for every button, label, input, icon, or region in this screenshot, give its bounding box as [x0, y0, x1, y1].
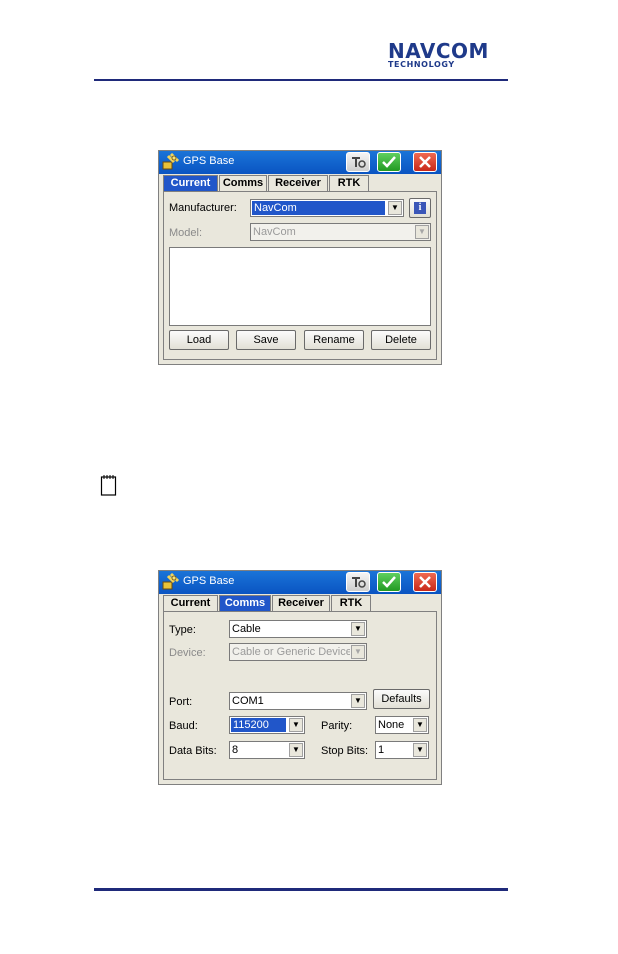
chevron-down-icon[interactable]: ▼: [351, 622, 365, 636]
checkmark-icon: [382, 576, 396, 588]
port-label: Port:: [169, 696, 193, 708]
parity-value: None: [378, 719, 405, 731]
port-select[interactable]: COM1 ▼: [229, 692, 367, 710]
manufacturer-label: Manufacturer:: [169, 202, 237, 214]
tab-current[interactable]: Current: [163, 595, 218, 611]
close-button[interactable]: [413, 572, 437, 592]
type-label: Type:: [169, 624, 196, 636]
info-icon: i: [414, 202, 426, 214]
port-value: COM1: [232, 695, 264, 707]
model-select[interactable]: NavCom ▼: [250, 223, 431, 241]
chevron-down-icon[interactable]: ▼: [351, 694, 365, 708]
gps-base-window-current: GPS Base Current Comms Receiver RTK Manu…: [158, 150, 442, 365]
parity-select[interactable]: None ▼: [375, 716, 429, 734]
title-bar: GPS Base: [159, 151, 441, 174]
stop-bits-value: 1: [378, 744, 385, 756]
current-tab-panel: Manufacturer: NavCom ▼ i Model: NavCom ▼…: [163, 191, 437, 360]
manufacturer-value: NavCom: [252, 201, 385, 215]
ok-button[interactable]: [377, 572, 401, 592]
manufacturer-info-button[interactable]: i: [409, 198, 431, 218]
satellite-app-icon: [162, 153, 180, 170]
satellite-app-icon: [162, 573, 180, 590]
rename-button[interactable]: Rename: [304, 330, 364, 350]
comms-tab-panel: Type: Cable ▼ Device: Cable or Generic D…: [163, 611, 437, 780]
checkmark-icon: [382, 156, 396, 168]
note-icon: [100, 475, 117, 496]
window-title: GPS Base: [183, 575, 235, 587]
baud-label: Baud:: [169, 720, 198, 732]
tab-rtk[interactable]: RTK: [331, 595, 371, 611]
delete-button[interactable]: Delete: [371, 330, 431, 350]
stop-bits-label: Stop Bits:: [321, 745, 369, 757]
close-button[interactable]: [413, 152, 437, 172]
chevron-down-icon[interactable]: ▼: [415, 225, 429, 239]
configuration-list[interactable]: [169, 247, 431, 326]
device-label: Device:: [169, 647, 206, 659]
chevron-down-icon[interactable]: ▼: [413, 743, 427, 757]
chevron-down-icon[interactable]: ▼: [289, 718, 303, 732]
tab-current[interactable]: Current: [163, 175, 218, 191]
baud-value: 115200: [231, 718, 286, 732]
type-select[interactable]: Cable ▼: [229, 620, 367, 638]
save-button[interactable]: Save: [236, 330, 296, 350]
close-icon: [419, 576, 431, 588]
header-rule: [94, 79, 508, 81]
title-bar: GPS Base: [159, 571, 441, 594]
wrench-icon: [352, 577, 366, 588]
tab-receiver[interactable]: Receiver: [268, 175, 328, 191]
logo-line-2: TECHNOLOGY: [388, 60, 455, 69]
model-value: NavCom: [253, 226, 296, 238]
footer-rule: [94, 888, 508, 891]
tab-rtk[interactable]: RTK: [329, 175, 369, 191]
logo-line-1: NAVCOM: [388, 39, 489, 63]
tab-comms[interactable]: Comms: [219, 175, 267, 191]
model-label: Model:: [169, 227, 203, 239]
load-button[interactable]: Load: [169, 330, 229, 350]
parity-label: Parity:: [321, 720, 353, 732]
defaults-button[interactable]: Defaults: [373, 689, 430, 709]
type-value: Cable: [232, 623, 261, 635]
tools-button[interactable]: [346, 572, 370, 592]
wrench-icon: [352, 157, 366, 168]
device-value: Cable or Generic Device: [232, 646, 350, 658]
gps-base-window-comms: GPS Base Current Comms Receiver RTK Type…: [158, 570, 442, 785]
navcom-logo: NAVCOM TECHNOLOGY: [384, 40, 508, 70]
chevron-down-icon[interactable]: ▼: [388, 201, 402, 215]
tab-receiver[interactable]: Receiver: [272, 595, 330, 611]
manufacturer-select[interactable]: NavCom ▼: [250, 199, 404, 217]
tab-comms[interactable]: Comms: [219, 595, 271, 611]
chevron-down-icon[interactable]: ▼: [351, 645, 365, 659]
close-icon: [419, 156, 431, 168]
baud-select[interactable]: 115200 ▼: [229, 716, 305, 734]
data-bits-value: 8: [232, 744, 239, 756]
tools-button[interactable]: [346, 152, 370, 172]
data-bits-label: Data Bits:: [169, 745, 217, 757]
window-title: GPS Base: [183, 155, 235, 167]
ok-button[interactable]: [377, 152, 401, 172]
chevron-down-icon[interactable]: ▼: [289, 743, 303, 757]
device-select[interactable]: Cable or Generic Device ▼: [229, 643, 367, 661]
chevron-down-icon[interactable]: ▼: [413, 718, 427, 732]
stop-bits-select[interactable]: 1 ▼: [375, 741, 429, 759]
data-bits-select[interactable]: 8 ▼: [229, 741, 305, 759]
